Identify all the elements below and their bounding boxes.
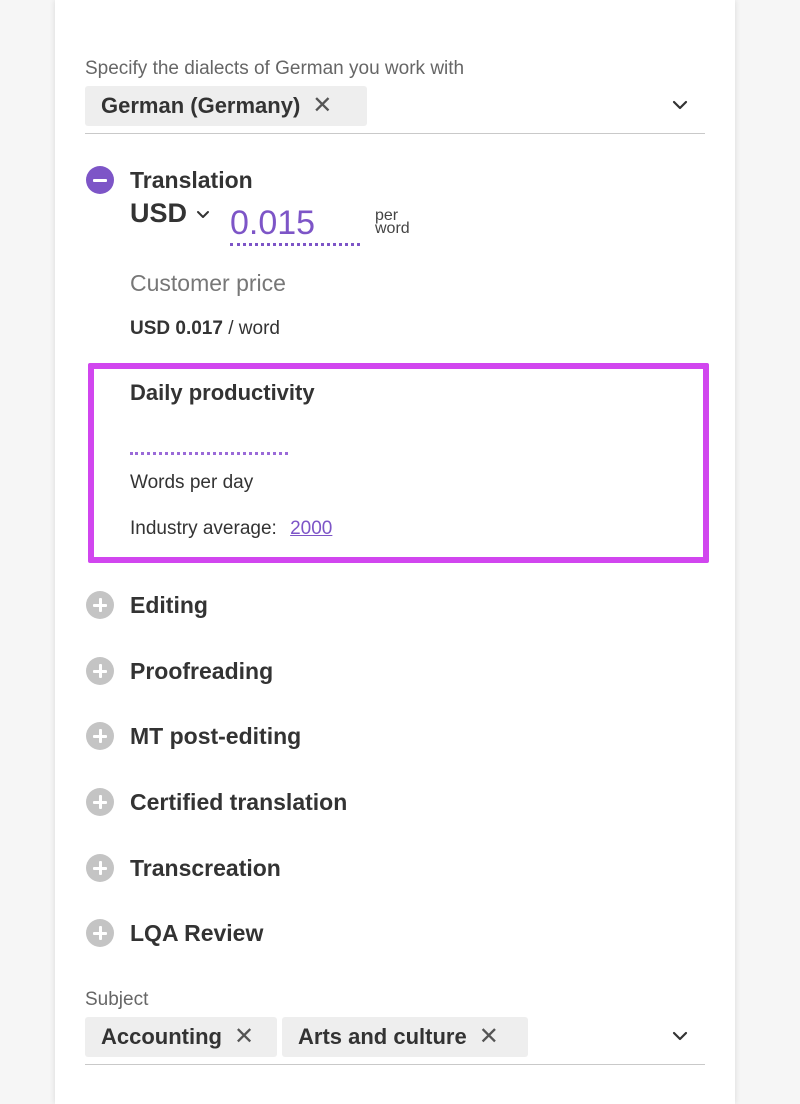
- expand-certified-translation-icon[interactable]: [86, 788, 114, 816]
- expand-editing-icon[interactable]: [86, 591, 114, 619]
- service-transcreation[interactable]: Transcreation: [130, 855, 281, 882]
- dialect-chip-label: German (Germany): [101, 93, 301, 118]
- expand-mt-post-editing-icon[interactable]: [86, 722, 114, 750]
- collapse-translation-icon[interactable]: [86, 166, 114, 194]
- service-certified-translation[interactable]: Certified translation: [130, 789, 347, 816]
- expand-lqa-review-icon[interactable]: [86, 919, 114, 947]
- industry-average-label: Industry average:: [130, 518, 277, 539]
- chevron-down-icon[interactable]: [667, 92, 693, 118]
- industry-average-link[interactable]: 2000: [290, 518, 332, 539]
- remove-dialect-icon[interactable]: ✕: [312, 94, 332, 118]
- currency-chevron-icon: [197, 210, 210, 218]
- customer-price-unit: / word: [222, 318, 280, 339]
- customer-price-amount: USD 0.017: [130, 318, 223, 339]
- price-input[interactable]: 0.015: [230, 200, 360, 246]
- dialects-select[interactable]: German (Germany) ✕: [85, 86, 705, 134]
- service-mt-post-editing[interactable]: MT post-editing: [130, 723, 301, 750]
- subject-chip: Arts and culture ✕: [282, 1017, 528, 1057]
- dialect-chip: German (Germany) ✕: [85, 86, 367, 126]
- word-text: word: [375, 220, 410, 237]
- currency-label: USD: [130, 198, 188, 228]
- settings-panel: Specify the dialects of German you work …: [55, 0, 735, 1104]
- service-proofreading[interactable]: Proofreading: [130, 658, 273, 685]
- subject-select[interactable]: Accounting ✕ Arts and culture ✕: [85, 1017, 705, 1065]
- subject-label: Subject: [85, 989, 149, 1010]
- customer-price-label: Customer price: [130, 270, 286, 296]
- currency-select[interactable]: USD: [130, 198, 211, 229]
- service-lqa-review[interactable]: LQA Review: [130, 920, 263, 947]
- remove-subject-icon[interactable]: ✕: [234, 1025, 254, 1049]
- subject-chip-label: Arts and culture: [298, 1024, 467, 1049]
- words-per-day-label: Words per day: [130, 472, 254, 493]
- subject-chip-label: Accounting: [101, 1024, 222, 1049]
- per-word-label: per word: [375, 208, 410, 237]
- remove-subject-icon[interactable]: ✕: [479, 1025, 499, 1049]
- subject-chip: Accounting ✕: [85, 1017, 277, 1057]
- service-editing[interactable]: Editing: [130, 592, 208, 619]
- productivity-title: Daily productivity: [130, 380, 315, 405]
- expand-transcreation-icon[interactable]: [86, 854, 114, 882]
- industry-average: Industry average: 2000: [130, 518, 332, 540]
- productivity-input[interactable]: [130, 427, 288, 455]
- chevron-down-icon[interactable]: [667, 1023, 693, 1049]
- customer-price-value: USD 0.017 / word: [130, 318, 280, 340]
- dialects-label: Specify the dialects of German you work …: [85, 58, 465, 79]
- expand-proofreading-icon[interactable]: [86, 657, 114, 685]
- translation-title: Translation: [130, 167, 253, 193]
